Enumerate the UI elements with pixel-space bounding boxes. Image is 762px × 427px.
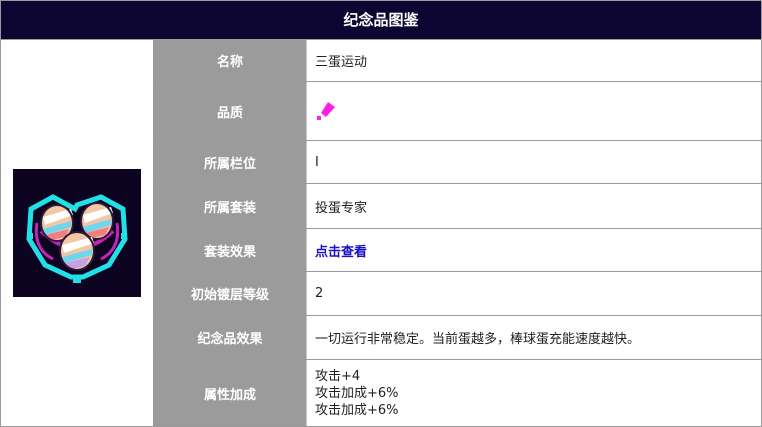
row-value: 2: [315, 286, 324, 301]
row-name: 名称 三蛋运动: [154, 40, 761, 82]
row-value: 攻击+4 攻击加成+6% 攻击加成+6%: [307, 360, 761, 426]
row-label: 套装效果: [154, 229, 307, 271]
bonus-line: 攻击加成+6%: [315, 402, 399, 418]
view-set-effect-link[interactable]: 点击查看: [315, 241, 761, 260]
row-value: 投蛋专家: [315, 200, 368, 216]
row-slot: 所属栏位 Ⅰ: [154, 141, 761, 184]
row-label: 名称: [154, 40, 307, 81]
row-value: 三蛋运动: [315, 55, 368, 70]
row-quality: 品质: [154, 82, 761, 141]
row-label: 所属栏位: [154, 141, 307, 183]
row-value: [307, 82, 761, 140]
row-label: 属性加成: [154, 360, 307, 426]
bonus-line: 攻击+4: [315, 368, 361, 384]
row-plating-level: 初始镀层等级 2: [154, 272, 761, 316]
row-label: 所属套装: [154, 184, 307, 228]
row-value: Ⅰ: [315, 154, 319, 170]
egg-trio-relic-icon: [13, 169, 141, 297]
row-label: 纪念品效果: [154, 316, 307, 359]
row-value: 一切运行非常稳定。当前蛋越多，棒球蛋充能速度越快。: [315, 332, 641, 347]
relic-artwork: [13, 169, 141, 297]
row-value-cell: 点击查看: [307, 229, 761, 271]
quality-gem-icon: [317, 102, 335, 120]
row-set-effect: 套装效果 点击查看: [154, 229, 761, 272]
item-image-cell: [1, 40, 154, 426]
row-label: 品质: [154, 82, 307, 140]
attribute-table: 名称 三蛋运动 品质 所属栏位 Ⅰ 所属套装 投蛋专家 套装效果 点击查看 初始…: [154, 40, 761, 426]
row-set: 所属套装 投蛋专家: [154, 184, 761, 229]
bonus-line: 攻击加成+6%: [315, 385, 399, 401]
row-collectible-effect: 纪念品效果 一切运行非常稳定。当前蛋越多，棒球蛋充能速度越快。: [154, 316, 761, 360]
row-label: 初始镀层等级: [154, 272, 307, 315]
row-attribute-bonus: 属性加成 攻击+4 攻击加成+6% 攻击加成+6%: [154, 360, 761, 426]
page-title: 纪念品图鉴: [1, 1, 761, 40]
card-body: 名称 三蛋运动 品质 所属栏位 Ⅰ 所属套装 投蛋专家 套装效果 点击查看 初始…: [1, 40, 761, 426]
collectible-card: 纪念品图鉴 名称 三蛋运动 品质 所属栏位 Ⅰ 所属套装 投蛋专家 套装效果 点…: [0, 0, 762, 427]
